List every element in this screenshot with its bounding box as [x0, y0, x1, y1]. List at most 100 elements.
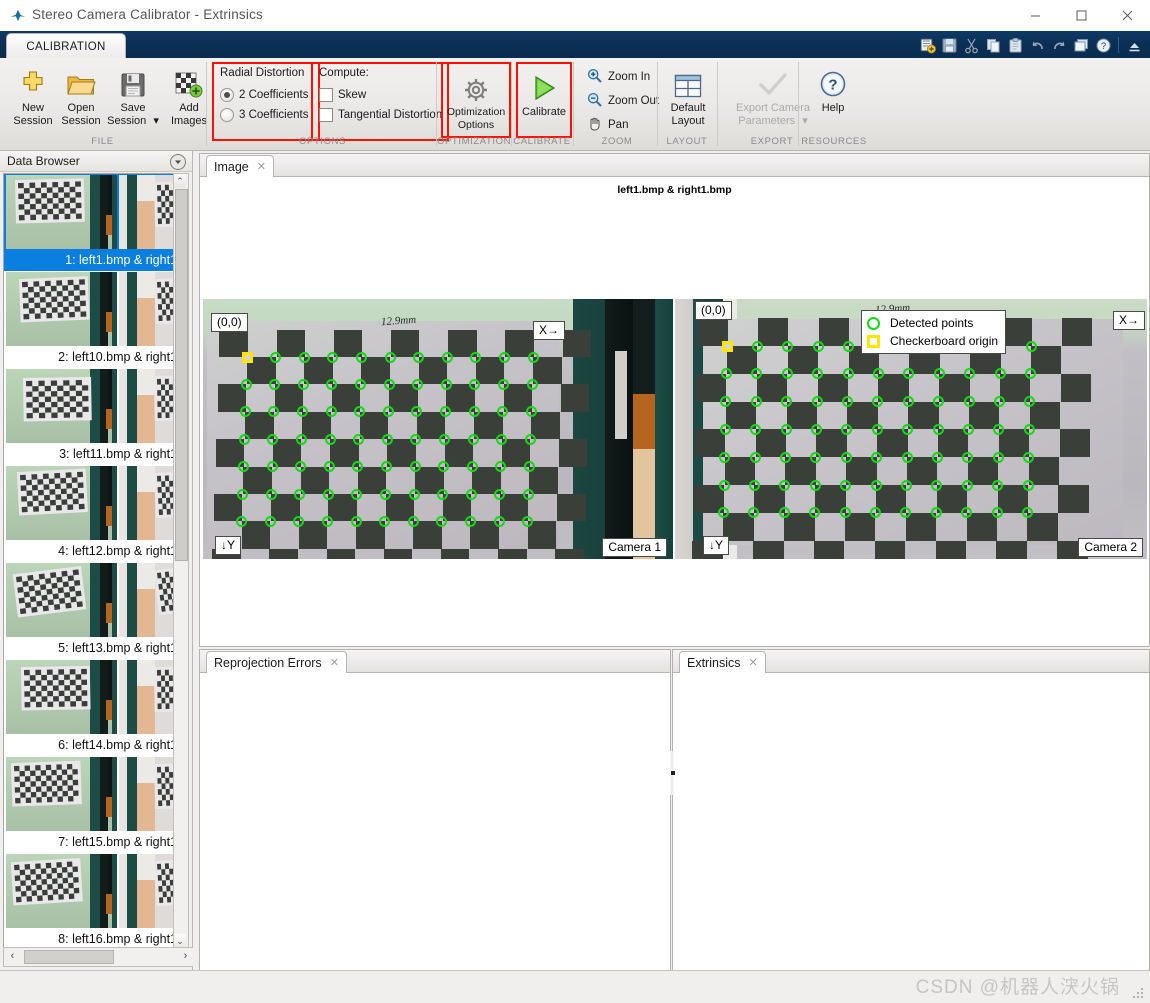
- qat-paste-icon[interactable]: [1005, 35, 1025, 55]
- list-item[interactable]: 3: left11.bmp & right1: [4, 368, 179, 465]
- checkbox-skew[interactable]: Skew: [319, 85, 441, 105]
- detected-point-marker: [269, 378, 281, 390]
- detected-point-marker: [994, 368, 1006, 380]
- detected-point-marker: [522, 515, 534, 527]
- list-item[interactable]: 2: left10.bmp & right1: [4, 271, 179, 368]
- detected-point-marker: [524, 433, 536, 445]
- list-item[interactable]: 7: left15.bmp & right1: [4, 756, 179, 853]
- group-label-resources: RESOURCES: [801, 136, 867, 147]
- qat-undo-icon[interactable]: [1027, 35, 1047, 55]
- gear-icon: [463, 65, 489, 103]
- scroll-down-button[interactable]: ⌄: [174, 934, 186, 948]
- list-item-thumbnails: [4, 174, 179, 250]
- list-item[interactable]: 5: left13.bmp & right1: [4, 562, 179, 659]
- detected-point-marker: [410, 433, 422, 445]
- tab-image[interactable]: Image ✕: [206, 155, 274, 178]
- list-item[interactable]: 1: left1.bmp & right1: [4, 174, 179, 271]
- resize-grip-icon[interactable]: [1133, 988, 1145, 1000]
- open-session-label-2: Session: [61, 115, 101, 127]
- list-item[interactable]: 4: left12.bmp & right1: [4, 465, 179, 562]
- zoom-out-button[interactable]: Zoom Out: [582, 88, 664, 114]
- scroll-up-button[interactable]: ⌃: [174, 174, 186, 188]
- detected-point-marker: [718, 479, 730, 491]
- help-button[interactable]: ? Help: [805, 60, 861, 134]
- save-session-dropdown-icon[interactable]: ▾: [153, 115, 159, 128]
- camera2-origin-label: (0,0): [695, 301, 732, 320]
- image-pair-list[interactable]: 1: left1.bmp & right1 2: left10.bmp & ri…: [3, 173, 180, 949]
- detected-point-marker: [466, 461, 478, 473]
- panel-splitter[interactable]: [670, 751, 675, 795]
- qat-help-icon[interactable]: ?: [1093, 35, 1113, 55]
- radial-distortion-group: Radial Distortion 2 Coefficients 3 Coeff…: [212, 62, 320, 141]
- detected-point-marker: [523, 488, 534, 500]
- checkbox-skew-icon[interactable]: [319, 88, 333, 102]
- close-icon[interactable]: ✕: [748, 656, 757, 669]
- list-vertical-scrollbar[interactable]: ⌃ ⌄: [173, 173, 189, 949]
- save-session-button[interactable]: Save Session ▾: [100, 60, 166, 134]
- detected-point-marker: [264, 515, 276, 527]
- camera2-image[interactable]: (0,0) X→ ↓Y 12.9mm Camera 2 Detected poi…: [675, 299, 1147, 559]
- minimize-button[interactable]: [1012, 0, 1058, 31]
- tab-reprojection-errors[interactable]: Reprojection Errors ✕: [206, 651, 347, 674]
- qat-collapse-ribbon-icon[interactable]: [1124, 35, 1144, 55]
- qat-new-session-icon[interactable]: [917, 35, 937, 55]
- chevron-down-circle-icon[interactable]: [170, 154, 186, 170]
- detected-point-marker: [840, 451, 852, 463]
- detected-point-marker: [440, 378, 452, 390]
- tab-extrinsics[interactable]: Extrinsics ✕: [679, 651, 766, 674]
- list-item-caption: 4: left12.bmp & right1: [58, 544, 177, 558]
- qat-copy-icon[interactable]: [983, 35, 1003, 55]
- extrinsics-canvas[interactable]: [674, 673, 1148, 969]
- list-horizontal-scrollbar[interactable]: ‹ ›: [3, 947, 195, 967]
- qat-redo-icon[interactable]: [1049, 35, 1069, 55]
- detected-point-marker: [265, 488, 277, 500]
- checkerboard-origin-marker-icon: [867, 334, 880, 348]
- radio-3-coefficients[interactable]: 3 Coefficients: [220, 105, 312, 125]
- list-item[interactable]: 8: left16.bmp & right1: [4, 853, 179, 948]
- checkbox-tangential-distortion-label: Tangential Distortion: [338, 109, 443, 121]
- image-canvas[interactable]: left1.bmp & right1.bmp (0,0) X→ ↓Y 12.9m…: [201, 177, 1148, 645]
- zoom-in-button[interactable]: Zoom In: [582, 64, 655, 90]
- plot-legend: Detected points Checkerboard origin: [861, 310, 1007, 354]
- tab-calibration[interactable]: CALIBRATION: [6, 33, 126, 59]
- close-button[interactable]: [1104, 0, 1150, 31]
- calibrate-button[interactable]: Calibrate: [519, 64, 569, 134]
- reprojection-errors-canvas[interactable]: [201, 673, 669, 969]
- vertical-scroll-thumb[interactable]: [175, 189, 188, 561]
- svg-text:?: ?: [828, 77, 837, 94]
- play-triangle-icon: [529, 65, 559, 103]
- optimization-options-button[interactable]: Optimization Options: [444, 64, 508, 134]
- left-image-thumbnail: [6, 466, 118, 540]
- close-icon[interactable]: ✕: [257, 160, 266, 173]
- new-session-label-2: Session: [13, 115, 53, 127]
- radio-2-coefficients-icon[interactable]: [220, 88, 234, 102]
- checkbox-tangential-distortion[interactable]: Tangential Distortion: [319, 105, 443, 125]
- radio-3-coefficients-icon[interactable]: [220, 108, 234, 122]
- left-image-thumbnail: [6, 854, 118, 928]
- camera1-image[interactable]: (0,0) X→ ↓Y 12.9mm Camera 1: [203, 299, 673, 559]
- add-images-button[interactable]: Add Images: [160, 60, 218, 134]
- horizontal-scroll-thumb[interactable]: [24, 950, 114, 964]
- camera1-handwriting: 12.9mm: [380, 313, 417, 329]
- qat-save-icon[interactable]: [939, 35, 959, 55]
- detected-point-marker: [931, 451, 943, 463]
- radio-2-coefficients[interactable]: 2 Coefficients: [220, 85, 312, 105]
- checkbox-tangential-distortion-icon[interactable]: [319, 108, 333, 122]
- close-icon[interactable]: ✕: [330, 656, 339, 669]
- default-layout-button[interactable]: Default Layout: [660, 60, 716, 134]
- camera2-y-axis-label: ↓Y: [703, 536, 730, 555]
- detected-point-marker: [962, 451, 974, 463]
- detected-point-marker: [839, 507, 851, 519]
- detected-point-marker: [992, 451, 1004, 463]
- detected-point-marker: [355, 378, 366, 390]
- maximize-button[interactable]: [1058, 0, 1104, 31]
- detected-point-marker: [465, 488, 477, 500]
- list-item[interactable]: 6: left14.bmp & right1: [4, 659, 179, 756]
- detected-point-marker: [930, 507, 942, 519]
- detected-point-marker: [961, 479, 973, 491]
- scroll-left-button[interactable]: ‹: [4, 948, 21, 964]
- detected-point-marker: [871, 451, 883, 463]
- qat-layout-icon[interactable]: [1071, 35, 1091, 55]
- scroll-right-button[interactable]: ›: [177, 948, 194, 964]
- qat-cut-icon[interactable]: [961, 35, 981, 55]
